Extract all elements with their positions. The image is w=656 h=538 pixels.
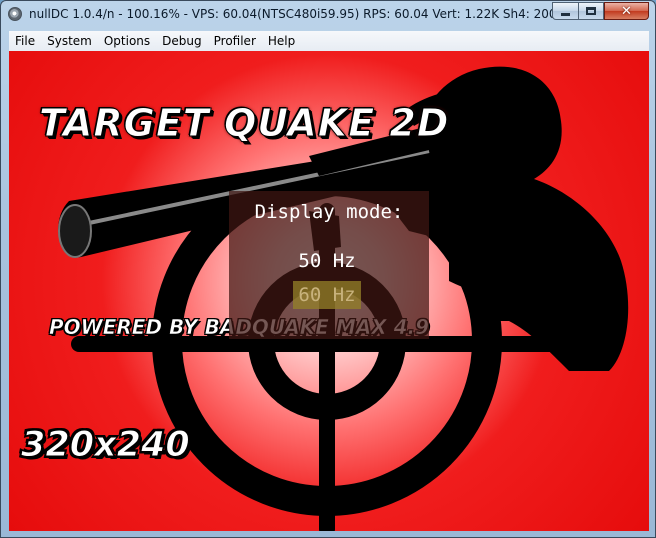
game-logo-title: TARGET QUAKE 2D bbox=[38, 101, 450, 146]
maximize-button[interactable] bbox=[578, 2, 604, 20]
window-title: nullDC 1.0.4/n - 100.16% - VPS: 60.04(NT… bbox=[29, 7, 606, 21]
menu-debug[interactable]: Debug bbox=[156, 31, 207, 51]
maximize-icon bbox=[586, 7, 596, 15]
menu-profiler[interactable]: Profiler bbox=[208, 31, 262, 51]
menu-help[interactable]: Help bbox=[262, 31, 301, 51]
option-50hz[interactable]: 50 Hz bbox=[293, 247, 361, 275]
menu-bar: File System Options Debug Profiler Help bbox=[9, 31, 649, 51]
game-viewport[interactable]: TARGET QUAKE 2D POWERED BY BADQUAKE MAX … bbox=[9, 51, 649, 531]
title-bar[interactable]: nullDC 1.0.4/n - 100.16% - VPS: 60.04(NT… bbox=[1, 1, 655, 29]
resolution-text: 320x240 bbox=[21, 425, 191, 466]
dialog-title: Display mode: bbox=[254, 201, 404, 223]
menu-options[interactable]: Options bbox=[98, 31, 156, 51]
emulator-window: nullDC 1.0.4/n - 100.16% - VPS: 60.04(NT… bbox=[0, 0, 656, 538]
minimize-button[interactable] bbox=[552, 2, 579, 20]
close-icon: ✕ bbox=[621, 3, 632, 19]
menu-system[interactable]: System bbox=[41, 31, 98, 51]
minimize-icon bbox=[561, 12, 570, 16]
display-mode-dialog: Display mode: 50 Hz 60 Hz bbox=[229, 191, 429, 339]
disc-icon[interactable] bbox=[8, 7, 22, 21]
option-60hz[interactable]: 60 Hz bbox=[293, 281, 361, 309]
close-button[interactable]: ✕ bbox=[604, 2, 649, 20]
menu-file[interactable]: File bbox=[9, 31, 41, 51]
